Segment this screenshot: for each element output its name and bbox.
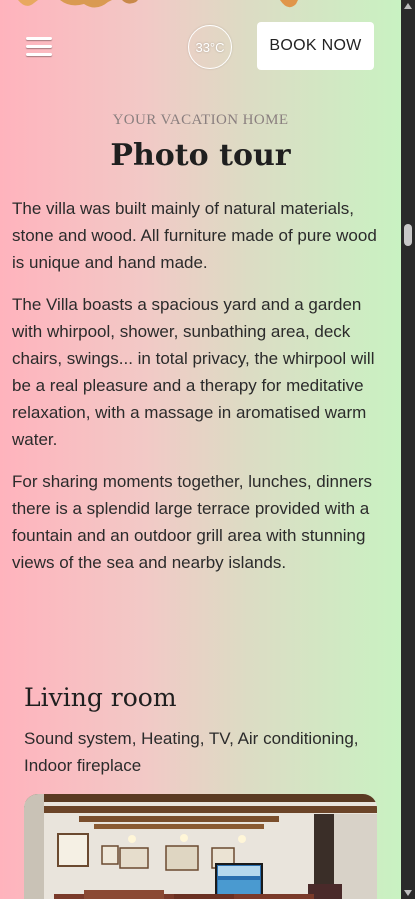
arrow-up-icon[interactable] [404,3,412,9]
intro-paragraph: The villa was built mainly of natural ma… [12,199,377,272]
intro-text: The villa was built mainly of natural ma… [12,195,390,591]
page: 33°C BOOK NOW YOUR VACATION HOME Photo t… [0,0,401,899]
intro-paragraph: The Villa boasts a spacious yard and a g… [12,295,375,449]
hamburger-menu-icon[interactable] [26,37,52,57]
section-description: Sound system, Heating, TV, Air condition… [24,729,359,775]
living-room-photo[interactable] [24,794,377,899]
temperature-badge: 33°C [188,25,232,69]
section-eyebrow: YOUR VACATION HOME [112,112,289,128]
top-bar: 33°C BOOK NOW [0,22,401,72]
arrow-down-icon[interactable] [404,890,412,896]
book-now-button[interactable]: BOOK NOW [257,22,374,70]
page-scrollbar[interactable] [401,0,415,899]
section-title: Living room [24,683,177,712]
intro-paragraph: For sharing moments together, lunches, d… [12,472,373,572]
header-decoration-image [18,0,298,8]
scrollbar-thumb[interactable] [404,224,412,246]
living-room-photo-image [24,794,377,899]
page-title: Photo tour [110,138,291,173]
